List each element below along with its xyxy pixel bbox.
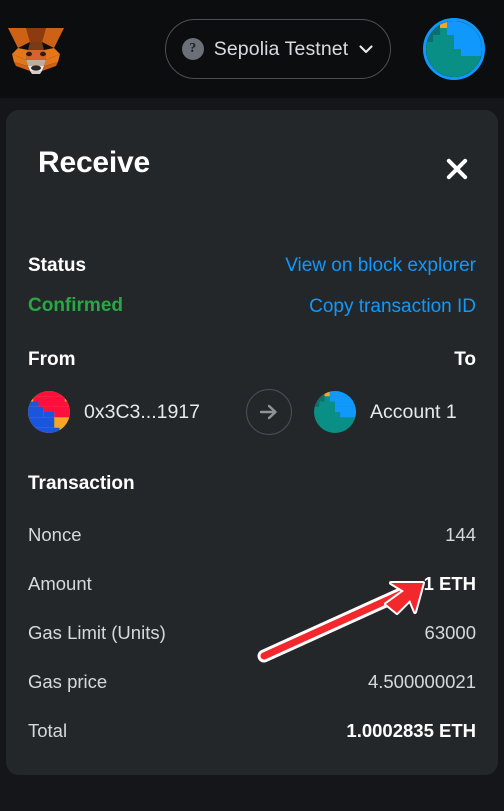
row-key: Amount	[28, 572, 92, 594]
modal-header: Receive	[6, 110, 498, 222]
row-value: 144	[445, 523, 476, 545]
close-icon[interactable]	[440, 152, 474, 186]
transaction-section-title: Transaction	[28, 473, 135, 494]
table-row: Gas price 4.500000021	[28, 657, 476, 706]
question-mark-icon: ?	[181, 38, 204, 60]
transaction-details-modal: Receive Status Confirmed View on block e…	[6, 110, 498, 775]
table-row: Amount 1 ETH	[28, 559, 476, 608]
status-section: Status Confirmed View on block explorer …	[28, 255, 476, 335]
sender-party[interactable]: 0x3C3...1917	[28, 388, 200, 436]
app-header: ? Sepolia Testnet	[0, 0, 504, 98]
recipient-account-name: Account 1	[370, 400, 457, 423]
status-label: Status	[28, 255, 87, 276]
view-on-block-explorer-link[interactable]: View on block explorer	[285, 255, 476, 277]
row-value: 1 ETH	[423, 572, 476, 594]
copy-transaction-id-link[interactable]: Copy transaction ID	[309, 296, 476, 318]
arrow-right-icon	[246, 389, 292, 435]
chevron-down-icon	[358, 41, 374, 57]
account-blockie-avatar-icon	[426, 21, 482, 77]
table-row: Gas Limit (Units) 63000	[28, 608, 476, 657]
row-value: 4.500000021	[367, 670, 476, 692]
row-value: 1.0002835 ETH	[346, 719, 476, 741]
sender-address: 0x3C3...1917	[84, 400, 201, 423]
recipient-party[interactable]: Account 1	[314, 388, 457, 436]
metamask-fox-logo-icon	[4, 16, 68, 80]
account-avatar-button[interactable]	[423, 18, 485, 80]
status-badge: Confirmed	[28, 295, 123, 316]
sender-blockie-avatar-icon	[28, 391, 70, 433]
table-row: Nonce 144	[28, 510, 476, 559]
row-key: Total	[28, 719, 68, 741]
from-to-labels: From To	[28, 349, 476, 373]
row-key: Nonce	[28, 523, 82, 545]
from-to-row: 0x3C3...1917 Account 1	[28, 388, 476, 444]
row-key: Gas Limit (Units)	[28, 621, 166, 643]
to-label: To	[454, 349, 476, 370]
transaction-details-list: Nonce 144 Amount 1 ETH Gas Limit (Units)…	[28, 510, 476, 755]
recipient-blockie-avatar-icon	[314, 391, 356, 433]
table-row: Total 1.0002835 ETH	[28, 706, 476, 755]
network-name-label: Sepolia Testnet	[213, 37, 349, 60]
network-selector-button[interactable]: ? Sepolia Testnet	[165, 19, 391, 79]
from-label: From	[28, 349, 76, 370]
row-value: 63000	[424, 621, 476, 643]
page-title: Receive	[38, 146, 151, 179]
metamask-extension-window: ? Sepolia Testnet Receive Status Confirm…	[0, 0, 504, 811]
row-key: Gas price	[28, 670, 108, 692]
